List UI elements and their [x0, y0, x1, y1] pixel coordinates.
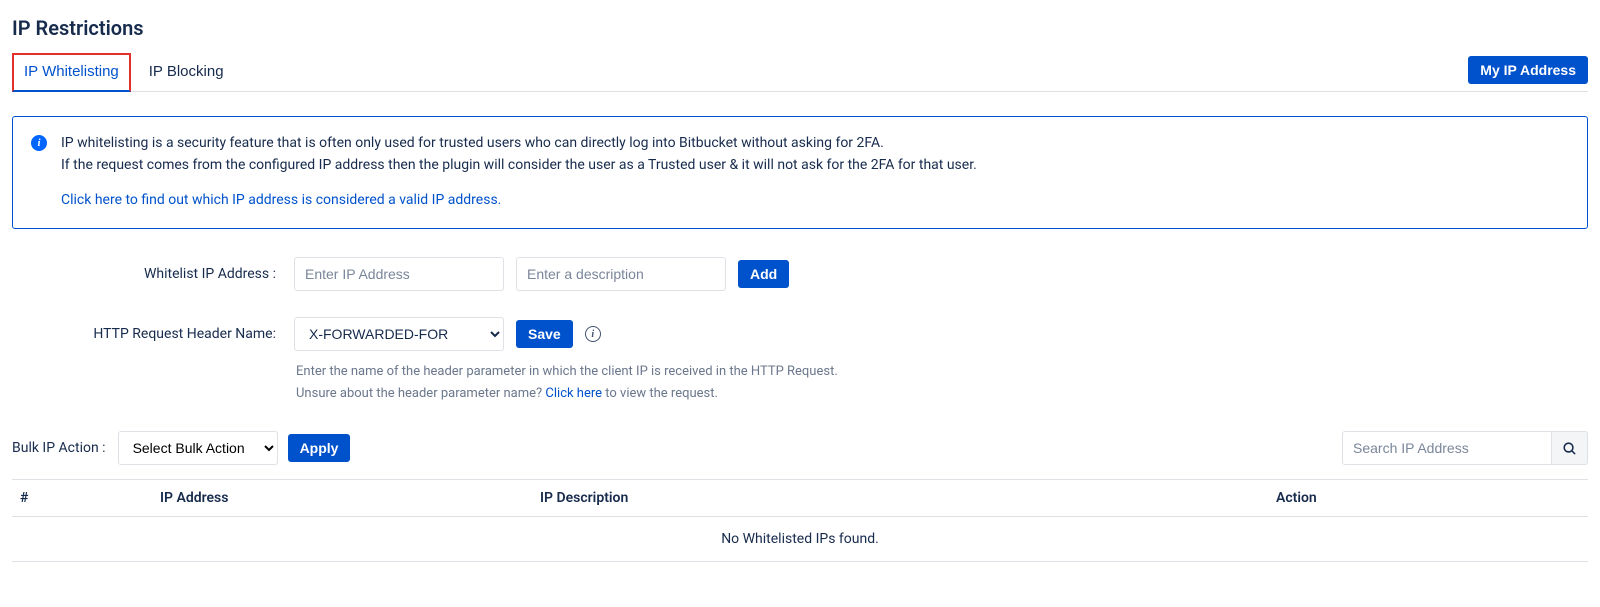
info-text: IP whitelisting is a security feature th…	[61, 133, 977, 212]
ip-description-input[interactable]	[516, 257, 726, 291]
table-empty-message: No Whitelisted IPs found.	[12, 517, 1588, 562]
http-header-select[interactable]: X-FORWARDED-FOR	[294, 317, 504, 351]
whitelist-ip-label: Whitelist IP Address :	[12, 266, 282, 282]
save-button[interactable]: Save	[516, 320, 573, 348]
whitelist-form: Whitelist IP Address : Add HTTP Request …	[12, 257, 1588, 405]
tab-ip-whitelisting[interactable]: IP Whitelisting	[12, 53, 131, 92]
col-header-number: #	[12, 480, 152, 517]
whitelist-ip-row: Whitelist IP Address : Add	[12, 257, 1588, 291]
col-header-description: IP Description	[532, 480, 1268, 517]
ip-address-input[interactable]	[294, 257, 504, 291]
search-ip-input[interactable]	[1342, 431, 1552, 465]
add-button[interactable]: Add	[738, 260, 789, 288]
info-valid-ip-link[interactable]: Click here to find out which IP address …	[61, 190, 501, 212]
bulk-action-label: Bulk IP Action :	[12, 440, 108, 456]
bulk-action-select[interactable]: Select Bulk Action	[118, 431, 278, 465]
my-ip-address-button[interactable]: My IP Address	[1468, 56, 1588, 84]
search-button[interactable]	[1552, 431, 1588, 465]
info-icon: i	[31, 135, 47, 151]
http-header-help: Enter the name of the header parameter i…	[296, 361, 1588, 405]
apply-button[interactable]: Apply	[288, 434, 351, 462]
search-box	[1342, 431, 1588, 465]
tab-ip-blocking[interactable]: IP Blocking	[139, 53, 234, 92]
ip-table: # IP Address IP Description Action No Wh…	[12, 479, 1588, 562]
table-action-bar: Bulk IP Action : Select Bulk Action Appl…	[12, 431, 1588, 465]
page-title: IP Restrictions	[12, 16, 1588, 40]
http-header-info-icon[interactable]: i	[585, 326, 601, 342]
view-request-link[interactable]: Click here	[545, 386, 602, 401]
info-panel: i IP whitelisting is a security feature …	[12, 116, 1588, 229]
tabs: IP Whitelisting IP Blocking	[12, 52, 1468, 91]
help-line2: Unsure about the header parameter name? …	[296, 383, 1588, 405]
search-icon	[1562, 441, 1577, 456]
table-header-row: # IP Address IP Description Action	[12, 480, 1588, 517]
info-line2: If the request comes from the configured…	[61, 157, 977, 173]
tabs-row: IP Whitelisting IP Blocking My IP Addres…	[12, 52, 1588, 92]
http-header-row: HTTP Request Header Name: X-FORWARDED-FO…	[12, 317, 1588, 351]
col-header-ip: IP Address	[152, 480, 532, 517]
http-header-label: HTTP Request Header Name:	[12, 326, 282, 342]
help-line1: Enter the name of the header parameter i…	[296, 361, 1588, 383]
info-line1: IP whitelisting is a security feature th…	[61, 135, 884, 151]
table-empty-row: No Whitelisted IPs found.	[12, 517, 1588, 562]
col-header-action: Action	[1268, 480, 1588, 517]
